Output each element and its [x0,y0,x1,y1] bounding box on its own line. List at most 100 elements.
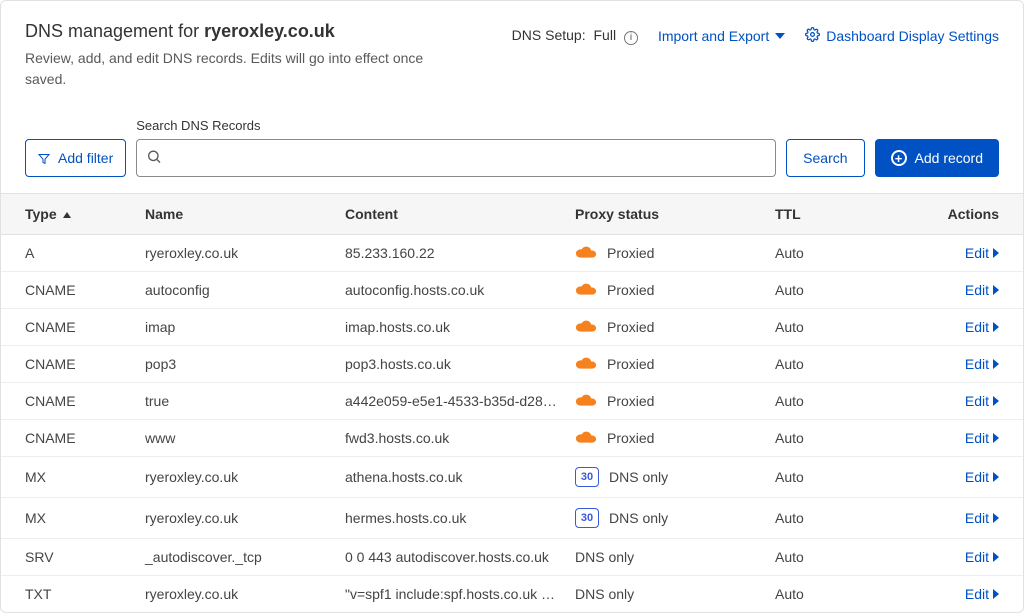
th-actions: Actions [895,206,999,222]
cell-name: imap [145,319,345,335]
cell-content: fwd3.hosts.co.uk [345,430,575,446]
add-filter-button[interactable]: Add filter [25,139,126,177]
dns-setup-value: Full [594,27,617,43]
cell-content: athena.hosts.co.uk [345,469,575,485]
edit-button[interactable]: Edit [965,245,999,261]
edit-button[interactable]: Edit [965,282,999,298]
cell-name: ryeroxley.co.uk [145,586,345,602]
search-box [136,139,776,177]
cloud-proxied-icon [575,431,597,445]
add-filter-label: Add filter [58,150,113,166]
th-proxy[interactable]: Proxy status [575,206,775,222]
cell-type: CNAME [25,393,145,409]
edit-button[interactable]: Edit [965,586,999,602]
info-icon[interactable]: i [624,31,638,45]
cell-proxy: Proxied [575,282,775,298]
add-record-label: Add record [915,150,983,166]
cell-ttl: Auto [775,549,895,565]
chevron-right-icon [993,472,999,482]
dns-setup-label: DNS Setup: [512,27,586,43]
table-row: CNAMEpop3pop3.hosts.co.ukProxiedAutoEdit [1,346,1023,383]
cell-proxy: 30DNS only [575,508,775,528]
cell-ttl: Auto [775,393,895,409]
cell-proxy: Proxied [575,430,775,446]
cell-content: autoconfig.hosts.co.uk [345,282,575,298]
import-export-link[interactable]: Import and Export [658,28,785,44]
search-input[interactable] [136,139,776,177]
cell-content: 0 0 443 autodiscover.hosts.co.uk [345,549,575,565]
table-body: Aryeroxley.co.uk85.233.160.22ProxiedAuto… [1,235,1023,612]
search-wrap: Search DNS Records [136,118,776,177]
table-row: MXryeroxley.co.ukathena.hosts.co.uk30 DNS… [1,457,1023,498]
cell-type: SRV [25,549,145,565]
cell-type: MX [25,469,145,485]
cell-name: true [145,393,345,409]
cell-proxy: Proxied [575,393,775,409]
cloud-proxied-icon [575,283,597,297]
th-type[interactable]: Type [25,206,145,222]
th-ttl[interactable]: TTL [775,206,895,222]
cell-ttl: Auto [775,510,895,526]
filter-icon [38,152,50,164]
page-title: DNS management for ryeroxley.co.uk [25,21,455,42]
cell-type: TXT [25,586,145,602]
search-button[interactable]: Search [786,139,864,177]
table-row: MXryeroxley.co.ukhermes.hosts.co.uk30DNS… [1,498,1023,539]
cell-actions: Edit [895,356,999,372]
table-row: CNAMEimapimap.hosts.co.ukProxiedAutoEdit [1,309,1023,346]
edit-button[interactable]: Edit [965,393,999,409]
edit-button[interactable]: Edit [965,319,999,335]
table-row: CNAMEwwwfwd3.hosts.co.ukProxiedAutoEdit [1,420,1023,457]
cell-content: "v=spf1 include:spf.hosts.co.uk ~all" [345,586,575,602]
proxy-status-text: Proxied [607,282,654,298]
proxy-status-text: DNS only [609,469,668,485]
th-name[interactable]: Name [145,206,345,222]
cell-proxy: Proxied [575,356,775,372]
cloud-proxied-icon [575,394,597,408]
chevron-right-icon [993,285,999,295]
sort-asc-icon [63,212,71,218]
title-domain: ryeroxley.co.uk [204,21,335,41]
priority-badge: 30 [575,467,599,487]
header: DNS management for ryeroxley.co.uk Revie… [1,21,1023,90]
dns-panel: DNS management for ryeroxley.co.uk Revie… [0,0,1024,613]
chevron-right-icon [993,589,999,599]
edit-button[interactable]: Edit [965,356,999,372]
dashboard-settings-link[interactable]: Dashboard Display Settings [805,27,999,45]
proxy-status-text: Proxied [607,245,654,261]
cell-actions: Edit [895,586,999,602]
priority-badge: 30 [575,508,599,528]
edit-label: Edit [965,319,989,335]
cell-name: ryeroxley.co.uk [145,469,345,485]
cell-name: pop3 [145,356,345,372]
th-content[interactable]: Content [345,206,575,222]
proxy-status-text: Proxied [607,319,654,335]
cell-proxy: DNS only [575,586,775,602]
edit-button[interactable]: Edit [965,430,999,446]
cell-content: hermes.hosts.co.uk [345,510,575,526]
dashboard-settings-label: Dashboard Display Settings [826,28,999,44]
edit-label: Edit [965,430,989,446]
cell-proxy: 30 DNS only [575,467,775,487]
cell-actions: Edit [895,430,999,446]
cell-type: CNAME [25,282,145,298]
chevron-right-icon [993,552,999,562]
cell-content: 85.233.160.22 [345,245,575,261]
proxy-status-text: DNS only [575,549,634,565]
table-row: Aryeroxley.co.uk85.233.160.22ProxiedAuto… [1,235,1023,272]
table-row: SRV_autodiscover._tcp0 0 443 autodiscove… [1,539,1023,576]
gear-icon [805,27,820,45]
cell-proxy: Proxied [575,319,775,335]
cell-actions: Edit [895,245,999,261]
proxy-status-text: Proxied [607,356,654,372]
add-record-button[interactable]: + Add record [875,139,999,177]
edit-button[interactable]: Edit [965,510,999,526]
cloud-proxied-icon [575,320,597,334]
cell-proxy: Proxied [575,245,775,261]
edit-button[interactable]: Edit [965,549,999,565]
cell-name: _autodiscover._tcp [145,549,345,565]
page-subtitle: Review, add, and edit DNS records. Edits… [25,48,455,90]
edit-button[interactable]: Edit [965,469,999,485]
cell-ttl: Auto [775,282,895,298]
cell-actions: Edit [895,319,999,335]
